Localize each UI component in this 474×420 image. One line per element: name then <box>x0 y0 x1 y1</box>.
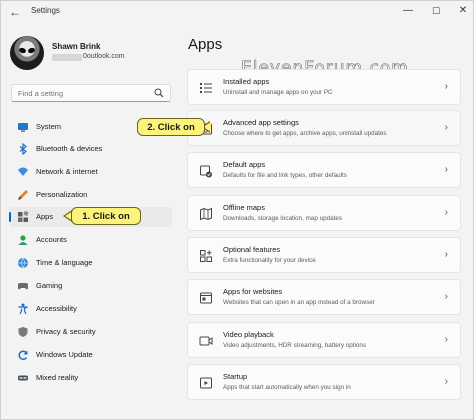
headset-icon <box>18 375 28 381</box>
video-icon <box>199 336 213 346</box>
close-button[interactable]: ✕ <box>456 4 470 18</box>
default-apps-icon <box>200 165 212 178</box>
back-arrow-icon[interactable]: ← <box>7 5 23 19</box>
wifi-icon <box>18 167 28 176</box>
sidebar-item-label: Time & language <box>36 258 93 267</box>
page-title: Apps <box>188 36 223 53</box>
email-redaction <box>52 54 82 61</box>
search-icon <box>154 88 164 98</box>
search-box[interactable] <box>11 84 171 102</box>
card-title: Installed apps <box>223 77 270 86</box>
chevron-right-icon: › <box>444 122 448 133</box>
card-advanced-app-settings[interactable]: Advanced app settings Choose where to ge… <box>187 110 461 146</box>
card-apps-for-websites[interactable]: Apps for websites Websites that can open… <box>187 279 461 315</box>
sidebar-item-mixed-reality[interactable]: Mixed reality <box>9 368 172 388</box>
window-title: Settings <box>31 6 60 15</box>
card-title: Optional features <box>223 245 281 254</box>
sidebar-item-label: System <box>36 122 62 131</box>
shield-icon <box>18 327 28 337</box>
map-icon <box>200 207 212 221</box>
sidebar-item-bluetooth[interactable]: Bluetooth & devices <box>9 139 172 159</box>
optional-features-icon <box>200 250 212 262</box>
card-startup[interactable]: Startup Apps that start automatically wh… <box>187 364 461 400</box>
avatar[interactable] <box>10 36 44 70</box>
installed-apps-icon <box>200 83 212 93</box>
sidebar-item-label: Privacy & security <box>36 327 96 336</box>
apps-websites-icon <box>200 292 212 304</box>
sidebar-item-label: Network & internet <box>36 167 98 176</box>
chevron-right-icon: › <box>444 164 448 175</box>
sidebar-item-label: Accessibility <box>36 304 77 313</box>
card-description: Extra functionality for your device <box>223 257 316 264</box>
apps-icon <box>18 211 29 222</box>
accounts-icon <box>18 235 28 245</box>
card-installed-apps[interactable]: Installed apps Uninstall and manage apps… <box>187 69 461 105</box>
card-description: Defaults for file and link types, other … <box>223 172 347 179</box>
settings-window: ← Settings — ☐ ✕ Shawn Brink 0outlook.co… <box>0 0 474 420</box>
card-title: Apps for websites <box>223 287 283 296</box>
card-title: Advanced app settings <box>223 118 299 127</box>
callout-step-2: 2. Click on <box>137 118 205 136</box>
card-optional-features[interactable]: Optional features Extra functionality fo… <box>187 237 461 273</box>
card-description: Apps that start automatically when you s… <box>223 384 351 391</box>
card-title: Video playback <box>223 330 274 339</box>
chevron-right-icon: › <box>444 249 448 260</box>
startup-icon <box>200 377 212 389</box>
callout-step-1: 1. Click on <box>71 207 141 225</box>
sidebar-item-label: Personalization <box>36 190 88 199</box>
card-title: Offline maps <box>223 203 265 212</box>
sidebar-item-label: Gaming <box>36 281 63 290</box>
minimize-button[interactable]: — <box>401 4 415 18</box>
sidebar-item-gaming[interactable]: Gaming <box>9 276 172 296</box>
card-description: Choose where to get apps, archive apps, … <box>223 130 387 137</box>
chevron-right-icon: › <box>444 207 448 218</box>
bluetooth-icon <box>19 143 27 155</box>
sidebar-item-label: Accounts <box>36 235 67 244</box>
chevron-right-icon: › <box>444 376 448 387</box>
user-name: Shawn Brink <box>52 42 101 51</box>
sidebar-item-time-language[interactable]: Time & language <box>9 253 172 273</box>
card-description: Video adjustments, HDR streaming, batter… <box>223 342 367 349</box>
globe-clock-icon <box>18 257 28 269</box>
sidebar-item-label: Windows Update <box>36 350 93 359</box>
sidebar-item-accounts[interactable]: Accounts <box>9 230 172 250</box>
chevron-right-icon: › <box>444 334 448 345</box>
accessibility-icon <box>18 303 28 315</box>
search-input[interactable] <box>18 88 148 98</box>
maximize-button[interactable]: ☐ <box>429 4 443 18</box>
sidebar-item-windows-update[interactable]: Windows Update <box>9 345 172 365</box>
sidebar-item-network[interactable]: Network & internet <box>9 162 172 182</box>
gamepad-icon <box>18 283 28 290</box>
card-video-playback[interactable]: Video playback Video adjustments, HDR st… <box>187 322 461 358</box>
update-icon <box>18 350 28 360</box>
card-title: Default apps <box>223 160 266 169</box>
title-bar: ← Settings — ☐ ✕ <box>1 1 473 23</box>
paintbrush-icon <box>18 190 28 200</box>
card-description: Websites that can open in an app instead… <box>223 299 375 306</box>
card-offline-maps[interactable]: Offline maps Downloads, storage location… <box>187 195 461 231</box>
card-description: Uninstall and manage apps on your PC <box>223 89 333 96</box>
chevron-right-icon: › <box>444 81 448 92</box>
sidebar-item-accessibility[interactable]: Accessibility <box>9 299 172 319</box>
selection-indicator <box>9 212 11 222</box>
card-description: Downloads, storage location, map updates <box>223 215 343 222</box>
sidebar-item-label: Mixed reality <box>36 373 79 382</box>
sidebar-item-personalization[interactable]: Personalization <box>9 185 172 205</box>
sidebar-item-privacy-security[interactable]: Privacy & security <box>9 322 172 342</box>
system-icon <box>18 123 28 132</box>
sidebar-item-label: Apps <box>36 212 54 221</box>
chevron-right-icon: › <box>444 291 448 302</box>
card-default-apps[interactable]: Default apps Defaults for file and link … <box>187 152 461 188</box>
card-title: Startup <box>223 372 248 381</box>
user-email: 0outlook.com <box>83 53 125 60</box>
sidebar-item-label: Bluetooth & devices <box>36 144 103 153</box>
